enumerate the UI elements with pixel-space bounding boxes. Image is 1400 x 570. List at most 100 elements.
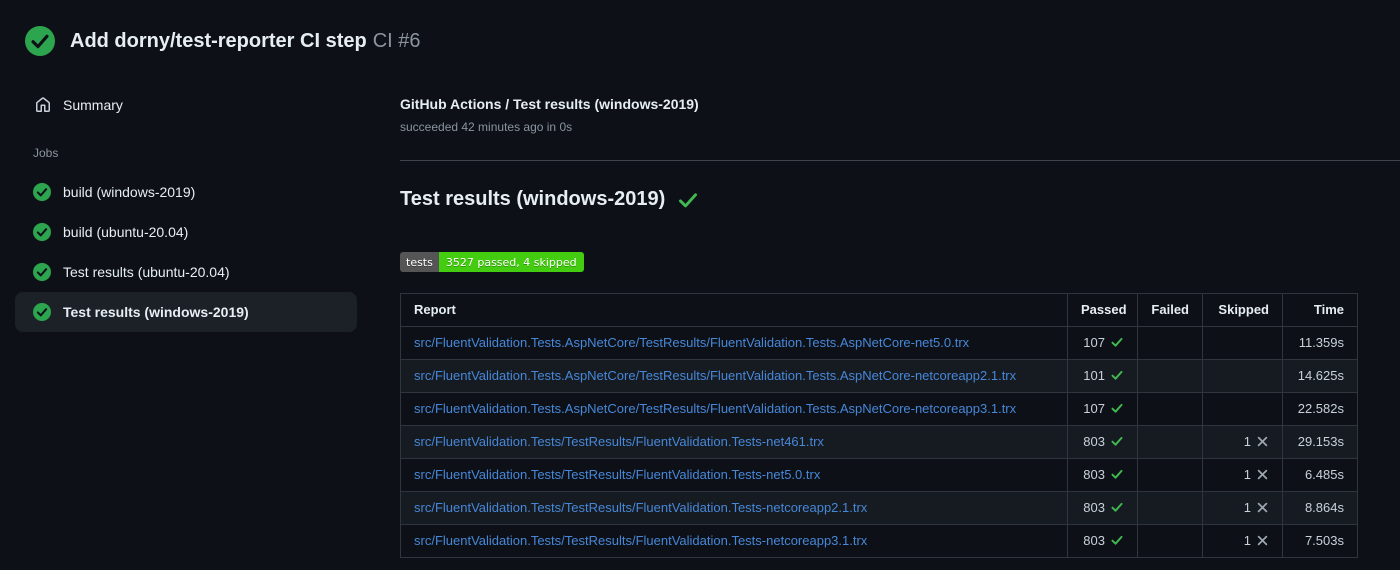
- main-content: GitHub Actions / Test results (windows-2…: [380, 74, 1400, 558]
- passed-cell: 107: [1067, 325, 1138, 360]
- x-icon: [1257, 502, 1268, 513]
- skipped-cell: 1: [1202, 457, 1283, 492]
- report-cell: src/FluentValidation.Tests.AspNetCore/Te…: [400, 358, 1068, 393]
- report-link[interactable]: src/FluentValidation.Tests.AspNetCore/Te…: [414, 401, 1016, 416]
- check-icon: [1111, 535, 1123, 545]
- section-title: Test results (windows-2019): [400, 188, 1400, 211]
- tests-badge-value: 3527 passed, 4 skipped: [438, 251, 584, 272]
- table-row: src/FluentValidation.Tests.AspNetCore/Te…: [400, 391, 1358, 426]
- job-label: build (ubuntu-20.04): [63, 224, 189, 240]
- passed-cell: 803: [1067, 490, 1138, 525]
- failed-cell: [1137, 490, 1203, 525]
- report-cell: src/FluentValidation.Tests/TestResults/F…: [400, 523, 1068, 558]
- report-link[interactable]: src/FluentValidation.Tests/TestResults/F…: [414, 500, 867, 515]
- sidebar-item-summary[interactable]: Summary: [0, 94, 380, 116]
- report-link[interactable]: src/FluentValidation.Tests/TestResults/F…: [414, 434, 824, 449]
- check-icon: [1111, 469, 1123, 479]
- time-cell: 6.485s: [1282, 457, 1358, 492]
- tests-badge-label: tests: [400, 251, 439, 272]
- check-run-status: succeeded 42 minutes ago in 0s: [400, 120, 573, 134]
- check-icon: [1111, 370, 1123, 380]
- passed-cell: 803: [1067, 523, 1138, 558]
- passed-cell: 803: [1067, 424, 1138, 459]
- report-cell: src/FluentValidation.Tests/TestResults/F…: [400, 457, 1068, 492]
- skipped-cell: [1202, 325, 1283, 360]
- time-cell: 29.153s: [1282, 424, 1358, 459]
- job-label: Test results (windows-2019): [63, 304, 249, 320]
- success-check-circle-icon: [33, 183, 51, 201]
- workflow-run-header: Add dorny/test-reporter CI step CI #6: [0, 0, 1400, 74]
- test-results-table: Report Passed Failed Skipped Time src/Fluent…: [400, 292, 1358, 558]
- table-header-row: Report Passed Failed Skipped Time: [400, 292, 1358, 327]
- time-cell: 8.864s: [1282, 490, 1358, 525]
- home-icon: [36, 97, 50, 112]
- passed-cell: 101: [1067, 358, 1138, 393]
- jobs-list: build (windows-2019) build (ubuntu-20.04…: [0, 172, 380, 332]
- table-row: src/FluentValidation.Tests/TestResults/F…: [400, 424, 1358, 459]
- run-title: Add dorny/test-reporter CI step CI #6: [70, 26, 421, 56]
- x-icon: [1257, 436, 1268, 447]
- success-check-circle-icon: [25, 26, 55, 56]
- time-cell: 14.625s: [1282, 358, 1358, 393]
- check-run-name: GitHub Actions / Test results (windows-2…: [400, 96, 699, 112]
- report-link[interactable]: src/FluentValidation.Tests.AspNetCore/Te…: [414, 368, 1016, 383]
- success-check-circle-icon: [33, 223, 51, 241]
- table-row: src/FluentValidation.Tests.AspNetCore/Te…: [400, 358, 1358, 393]
- report-cell: src/FluentValidation.Tests/TestResults/F…: [400, 490, 1068, 525]
- skipped-cell: 1: [1202, 424, 1283, 459]
- success-check-icon: [679, 192, 698, 207]
- sidebar-job-4[interactable]: Test results (windows-2019): [15, 292, 357, 332]
- failed-cell: [1137, 424, 1203, 459]
- run-title-text: Add dorny/test-reporter CI step: [70, 30, 367, 52]
- job-label: build (windows-2019): [63, 184, 196, 200]
- sidebar-job-2[interactable]: build (ubuntu-20.04): [15, 212, 357, 252]
- failed-cell: [1137, 457, 1203, 492]
- passed-cell: 803: [1067, 457, 1138, 492]
- run-number: CI #6: [372, 30, 421, 52]
- x-icon: [1257, 535, 1268, 546]
- report-link[interactable]: src/FluentValidation.Tests.AspNetCore/Te…: [414, 335, 969, 350]
- divider: [400, 160, 1400, 161]
- failed-cell: [1137, 358, 1203, 393]
- skipped-cell: [1202, 358, 1283, 393]
- passed-cell: 107: [1067, 391, 1138, 426]
- success-check-circle-icon: [33, 263, 51, 281]
- column-header-report: Report: [400, 292, 1068, 327]
- report-link[interactable]: src/FluentValidation.Tests/TestResults/F…: [414, 467, 820, 482]
- success-check-circle-icon: [33, 303, 51, 321]
- skipped-cell: 1: [1202, 490, 1283, 525]
- table-row: src/FluentValidation.Tests/TestResults/F…: [400, 523, 1358, 558]
- skipped-cell: [1202, 391, 1283, 426]
- report-cell: src/FluentValidation.Tests/TestResults/F…: [400, 424, 1068, 459]
- time-cell: 7.503s: [1282, 523, 1358, 558]
- failed-cell: [1137, 325, 1203, 360]
- summary-label: Summary: [63, 97, 123, 113]
- check-icon: [1111, 436, 1123, 446]
- x-icon: [1257, 469, 1268, 480]
- column-header-failed: Failed: [1137, 292, 1203, 327]
- sidebar-job-3[interactable]: Test results (ubuntu-20.04): [15, 252, 357, 292]
- column-header-time: Time: [1282, 292, 1358, 327]
- column-header-passed: Passed: [1067, 292, 1138, 327]
- table-row: src/FluentValidation.Tests/TestResults/F…: [400, 490, 1358, 525]
- sidebar-job-1[interactable]: build (windows-2019): [15, 172, 357, 212]
- jobs-heading: Jobs: [33, 146, 59, 160]
- report-cell: src/FluentValidation.Tests.AspNetCore/Te…: [400, 325, 1068, 360]
- tests-badge: tests 3527 passed, 4 skipped: [400, 251, 584, 272]
- check-icon: [1111, 403, 1123, 413]
- failed-cell: [1137, 391, 1203, 426]
- check-icon: [1111, 337, 1123, 347]
- table-row: src/FluentValidation.Tests.AspNetCore/Te…: [400, 325, 1358, 360]
- report-link[interactable]: src/FluentValidation.Tests/TestResults/F…: [414, 533, 867, 548]
- failed-cell: [1137, 523, 1203, 558]
- skipped-cell: 1: [1202, 523, 1283, 558]
- report-cell: src/FluentValidation.Tests.AspNetCore/Te…: [400, 391, 1068, 426]
- sidebar: Summary Jobs build (windows-2019) build …: [0, 74, 380, 332]
- column-header-skipped: Skipped: [1202, 292, 1283, 327]
- job-label: Test results (ubuntu-20.04): [63, 264, 230, 280]
- check-icon: [1111, 502, 1123, 512]
- table-row: src/FluentValidation.Tests/TestResults/F…: [400, 457, 1358, 492]
- section-title-text: Test results (windows-2019): [400, 188, 666, 210]
- time-cell: 11.359s: [1282, 325, 1358, 360]
- time-cell: 22.582s: [1282, 391, 1358, 426]
